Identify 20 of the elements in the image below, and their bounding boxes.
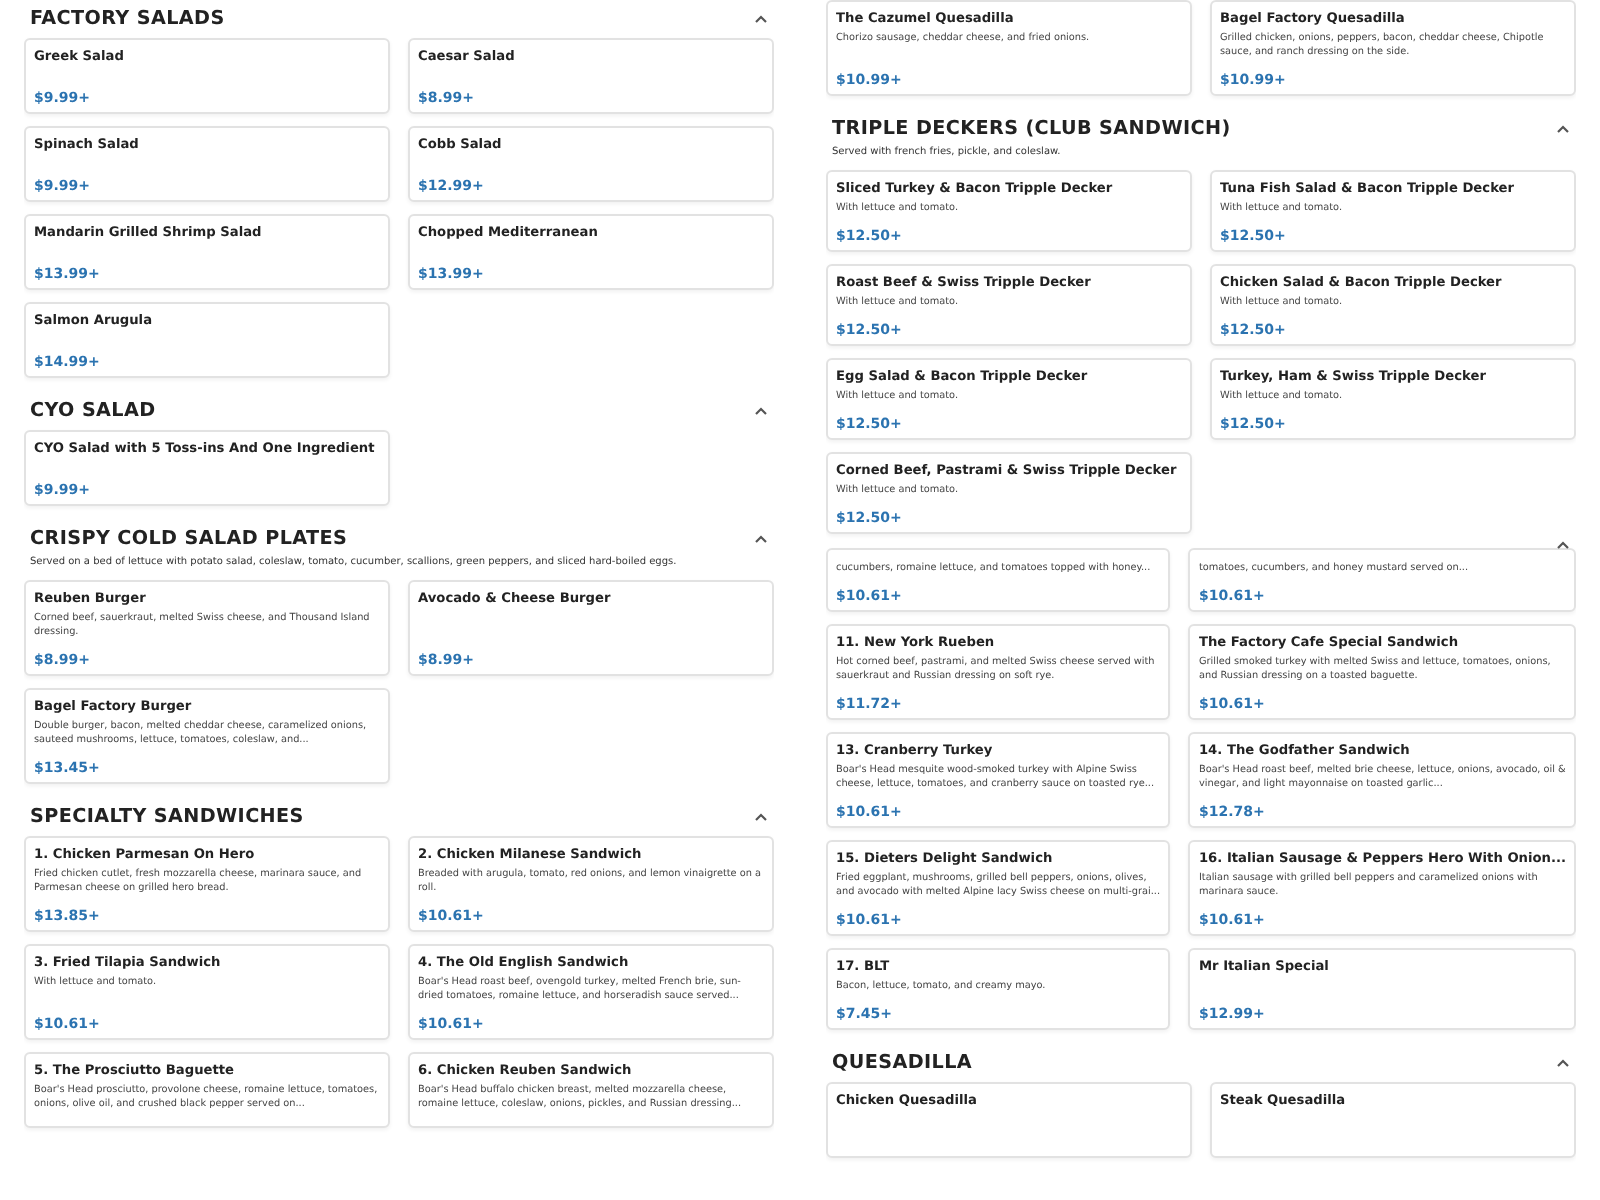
collapse-button[interactable] — [1554, 120, 1572, 138]
chevron-up-icon — [754, 14, 768, 24]
chevron-up-icon — [754, 406, 768, 416]
section-title: QUESADILLA — [832, 1052, 973, 1074]
chevron-up-icon — [1556, 1058, 1570, 1068]
collapse-button[interactable] — [752, 530, 770, 548]
chevron-up-icon — [754, 534, 768, 544]
collapse-button[interactable] — [1554, 1054, 1572, 1072]
collapse-button[interactable] — [752, 808, 770, 826]
collapse-button[interactable] — [1554, 536, 1572, 554]
section-title: TRIPLE DECKERS (CLUB SANDWICH) — [832, 118, 1231, 140]
section-title: CYO SALAD — [30, 400, 156, 422]
chevron-up-icon — [1556, 124, 1570, 134]
chevron-up-icon — [1556, 540, 1570, 550]
chevron-up-icon — [754, 812, 768, 822]
collapse-button[interactable] — [752, 10, 770, 28]
collapse-button[interactable] — [752, 402, 770, 420]
section-title: SPECIALTY SANDWICHES — [30, 806, 304, 828]
section-title: CRISPY COLD SALAD PLATES — [30, 528, 348, 550]
section-title: FACTORY SALADS — [30, 8, 225, 30]
